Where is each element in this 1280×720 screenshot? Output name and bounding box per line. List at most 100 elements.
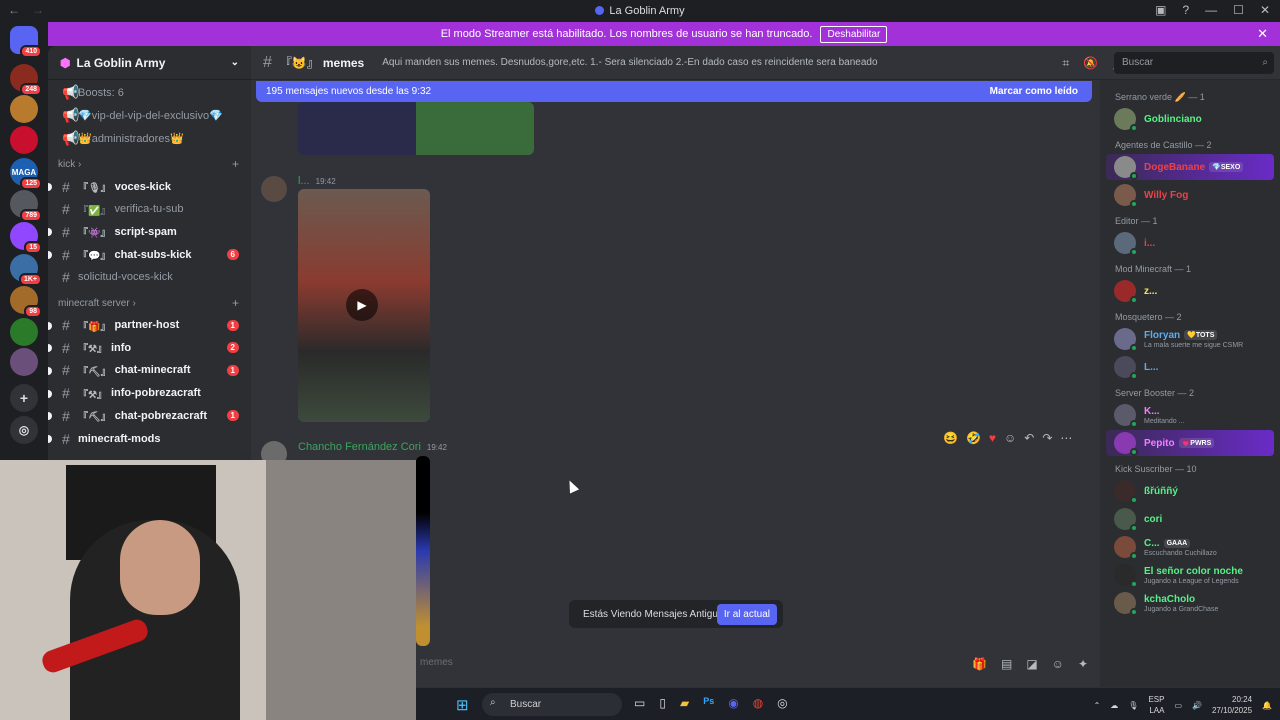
tray-chevron-icon[interactable]: ⌃ bbox=[1094, 701, 1101, 710]
add-channel-icon[interactable]: + bbox=[232, 296, 239, 310]
member-item[interactable]: C... GAAA Escuchando Cuchillazo bbox=[1106, 534, 1274, 560]
sticker-icon[interactable]: ◪ bbox=[1026, 657, 1037, 671]
volume-icon[interactable]: 🔊 bbox=[1192, 701, 1202, 710]
gift-icon[interactable]: 🎁 bbox=[972, 657, 987, 671]
inbox-icon[interactable]: ▣ bbox=[1155, 3, 1166, 17]
channel-item[interactable]: # solicitud-voces-kick bbox=[56, 267, 243, 288]
notifications-icon[interactable]: 🔔 bbox=[1262, 701, 1272, 710]
channel-item[interactable]: # 『⛏』 chat-minecraft 1 bbox=[48, 360, 243, 381]
minimize-icon[interactable]: — bbox=[1205, 3, 1217, 17]
member-item[interactable]: kchaCholo Jugando a GrandChase bbox=[1106, 590, 1274, 616]
member-item[interactable]: i... bbox=[1106, 230, 1274, 256]
clock[interactable]: 20:24 27/10/2025 bbox=[1212, 694, 1252, 716]
server-icon[interactable]: MAGA 125 bbox=[10, 158, 42, 190]
channel-item[interactable]: # 『💬』 chat-subs-kick 6 bbox=[48, 244, 243, 265]
member-item[interactable]: z... bbox=[1106, 278, 1274, 304]
server-header[interactable]: ⬢ La Goblin Army ⌄ bbox=[48, 46, 251, 80]
add-reaction-icon[interactable]: ☺ bbox=[1004, 431, 1016, 445]
steam-icon[interactable]: ◎ bbox=[777, 696, 787, 710]
sidebar-item[interactable]: 📢 👑administradores👑 bbox=[56, 128, 243, 149]
search-input[interactable]: Buscar ⌕ bbox=[1114, 52, 1274, 74]
apps-icon[interactable]: ✦ bbox=[1078, 657, 1088, 671]
sidebar-item[interactable]: 📢 💎vip-del-vip-del-exclusivo💎 bbox=[56, 105, 243, 126]
category-header[interactable]: kick › bbox=[58, 159, 81, 170]
sidebar-item[interactable]: 📢 Boosts: 6 bbox=[56, 82, 243, 103]
message-input[interactable]: memes 🎁 ▤ ◪ ☺ ✦ bbox=[416, 650, 1100, 678]
channel-item[interactable]: # minecraft-mods bbox=[48, 428, 243, 449]
help-icon[interactable]: ? bbox=[1182, 3, 1189, 17]
member-item[interactable]: El señor color noche Jugando a League of … bbox=[1106, 562, 1274, 588]
more-icon[interactable]: ⋯ bbox=[1060, 431, 1072, 445]
close-banner-icon[interactable]: ✕ bbox=[1257, 26, 1268, 42]
disable-streamer-button[interactable]: Deshabilitar bbox=[820, 25, 888, 43]
server-icon[interactable]: 410 bbox=[10, 26, 42, 58]
member-item[interactable]: Floryan 💛TOTS La mala suerte me sigue CSMR bbox=[1106, 326, 1274, 352]
channel-item[interactable]: # 『🎁』 partner-host 1 bbox=[48, 315, 243, 336]
media-attachment[interactable] bbox=[416, 456, 430, 646]
folder-icon[interactable]: ▰ bbox=[680, 696, 689, 710]
server-icon[interactable] bbox=[10, 126, 38, 154]
server-icon[interactable]: 15 bbox=[10, 222, 42, 254]
server-icon[interactable]: 98 bbox=[10, 286, 42, 318]
server-icon[interactable] bbox=[10, 95, 38, 123]
server-icon[interactable]: 789 bbox=[10, 190, 42, 222]
member-item[interactable]: DogeBanane 💎SEXO bbox=[1106, 154, 1274, 180]
video-attachment[interactable]: ▶ bbox=[298, 189, 430, 422]
cloud-icon[interactable]: ☁ bbox=[1110, 701, 1118, 710]
react-laugh-icon[interactable]: 🤣 bbox=[966, 431, 981, 445]
taskbar-search[interactable]: ⌕ Buscar bbox=[482, 693, 622, 716]
member-item[interactable]: Pepito 💗PWRS bbox=[1106, 430, 1274, 456]
message-author[interactable]: Chancho Fernández Cori bbox=[298, 441, 421, 453]
windows-taskbar: ⊞ ⌕ Buscar ▭ ▯ ▰ Ps ◉ ◍ ◎ ⌃ ☁ 🎙 ESP LAA ▭ … bbox=[416, 687, 1280, 720]
close-window-icon[interactable]: ✕ bbox=[1260, 3, 1270, 17]
jump-to-present-button[interactable]: Ir al actual bbox=[716, 604, 777, 625]
server-icon[interactable]: 248 bbox=[10, 64, 42, 96]
forward-icon[interactable]: ↷ bbox=[1042, 431, 1052, 445]
member-item[interactable]: Willy Fog bbox=[1106, 182, 1274, 208]
photoshop-icon[interactable]: Ps bbox=[703, 696, 714, 710]
add-server-icon[interactable]: + bbox=[10, 384, 38, 412]
play-icon[interactable]: ▶ bbox=[346, 289, 378, 321]
server-icon[interactable]: 1K+ bbox=[10, 254, 42, 286]
channel-tag: 『😺』 bbox=[279, 56, 319, 70]
channel-item[interactable]: # 『⚒』 info 2 bbox=[48, 337, 243, 358]
chrome-icon[interactable]: ◍ bbox=[753, 696, 763, 710]
file-icon[interactable]: ▯ bbox=[659, 696, 666, 710]
server-icon[interactable] bbox=[10, 348, 38, 376]
gif-icon[interactable]: ▤ bbox=[1001, 657, 1012, 671]
channel-item[interactable]: # 『✅』 verifica-tu-sub bbox=[56, 199, 243, 220]
maximize-icon[interactable]: ☐ bbox=[1233, 3, 1244, 17]
reply-icon[interactable]: ↶ bbox=[1024, 431, 1034, 445]
channel-item[interactable]: # 『👾』 script-spam bbox=[48, 221, 243, 242]
mark-read-button[interactable]: Marcar como leído bbox=[990, 86, 1078, 97]
language-indicator[interactable]: ESP LAA bbox=[1148, 694, 1164, 716]
emoji-icon[interactable]: ☺ bbox=[1052, 657, 1064, 671]
threads-icon[interactable]: ⌗ bbox=[1062, 56, 1069, 71]
channel-item[interactable]: # 『⚒』 info-pobrezacraft bbox=[48, 383, 243, 404]
mic-icon[interactable]: 🎙 bbox=[1128, 701, 1138, 710]
network-icon[interactable]: ▭ bbox=[1174, 701, 1182, 710]
member-item[interactable]: Goblinciano bbox=[1106, 106, 1274, 132]
category-header[interactable]: minecraft server › bbox=[58, 298, 136, 309]
channel-item[interactable]: # 『⛏』 chat-pobrezacraft 1 bbox=[48, 405, 243, 426]
member-item[interactable]: ßřúññý bbox=[1106, 478, 1274, 504]
explore-icon[interactable]: ◎ bbox=[10, 416, 38, 444]
start-icon[interactable]: ⊞ bbox=[456, 696, 469, 714]
avatar[interactable] bbox=[261, 176, 287, 202]
discord-icon[interactable]: ◉ bbox=[728, 696, 738, 710]
previous-image[interactable] bbox=[298, 102, 534, 155]
status-dot bbox=[1130, 124, 1138, 132]
channel-item[interactable]: # 『🎙』 voces-kick bbox=[48, 176, 243, 197]
member-item[interactable]: K... Meditando ... bbox=[1106, 402, 1274, 428]
task-view-icon[interactable]: ▭ bbox=[634, 696, 645, 710]
member-item[interactable]: cori bbox=[1106, 506, 1274, 532]
react-heart-icon[interactable]: ♥ bbox=[989, 431, 996, 445]
member-item[interactable]: L... bbox=[1106, 354, 1274, 380]
add-channel-icon[interactable]: + bbox=[232, 157, 239, 171]
channel-topic[interactable]: Aqui manden sus memes. Desnudos,gore,etc… bbox=[382, 57, 877, 68]
new-messages-bar[interactable]: 195 mensajes nuevos desde las 9:32 Marca… bbox=[256, 81, 1092, 102]
react-smile-icon[interactable]: 😆 bbox=[943, 431, 958, 445]
server-icon[interactable] bbox=[10, 318, 38, 346]
mute-bell-icon[interactable]: 🔕 bbox=[1083, 56, 1098, 71]
message-author[interactable]: l... bbox=[298, 175, 310, 187]
